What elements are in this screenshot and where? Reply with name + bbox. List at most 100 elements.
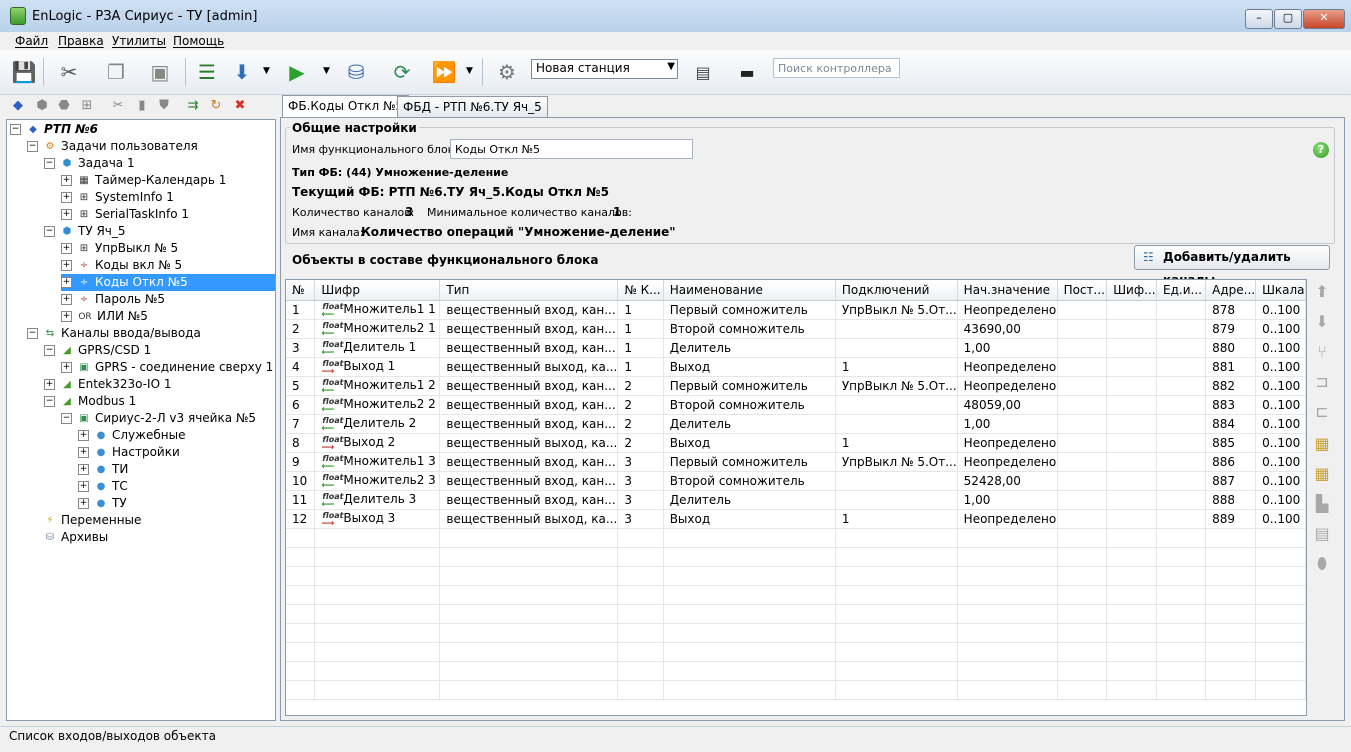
move-down-icon[interactable]: ⬇: [1311, 311, 1333, 333]
table-row[interactable]: 1 float ⟵ Множитель1 1 вещественный вход, ка…: [286, 300, 1306, 320]
tree-item[interactable]: + ÷ Коды вкл № 5: [61, 257, 182, 274]
gear-icon[interactable]: ⚙: [493, 58, 521, 86]
tree-item[interactable]: + ● ТИ: [78, 461, 128, 478]
column-header[interactable]: Тип: [439, 280, 619, 301]
table-row[interactable]: 11 float ⟵ Делитель 3 вещественный вход, кан…: [286, 490, 1306, 510]
cube-icon[interactable]: ⬣: [56, 98, 72, 114]
collapse-icon[interactable]: −: [10, 124, 21, 135]
column-header[interactable]: Адре...: [1205, 280, 1257, 301]
table-row[interactable]: 9 float ⟵ Множитель1 3 вещественный вход, ка…: [286, 452, 1306, 472]
table-row[interactable]: 12 float ⟶ Выход 3 вещественный выход, ка...…: [286, 509, 1306, 529]
remove-row-icon[interactable]: ▦: [1311, 463, 1333, 485]
table-row[interactable]: 7 float ⟵ Делитель 2 вещественный вход, кан.…: [286, 414, 1306, 434]
collapse-icon[interactable]: −: [44, 226, 55, 237]
fast-forward-icon[interactable]: ⏩: [430, 58, 458, 86]
table-row[interactable]: 4 float ⟶ Выход 1 вещественный выход, ка... 1…: [286, 357, 1306, 377]
expand-icon[interactable]: +: [78, 481, 89, 492]
document-icon[interactable]: ▤: [689, 58, 717, 86]
expand-icon[interactable]: +: [61, 209, 72, 220]
tree-item[interactable]: − ▣ Сириус-2-Л v3 ячейка №5: [61, 410, 256, 427]
column-header[interactable]: Шиф...: [1106, 280, 1158, 301]
tree-item[interactable]: − ⇆ Каналы ввода/вывода: [27, 325, 201, 342]
close-button[interactable]: ✕: [1303, 9, 1345, 29]
column-header[interactable]: Шкала: [1255, 280, 1306, 301]
tree-item[interactable]: − ⚙ Задачи пользователя: [27, 138, 198, 155]
hexagon-icon[interactable]: ⬢: [34, 98, 50, 114]
column-header[interactable]: Подключений: [835, 280, 958, 301]
compile-icon[interactable]: ⬇: [228, 58, 256, 86]
properties-icon[interactable]: ▤: [1311, 523, 1333, 545]
column-header[interactable]: Нач.значение: [957, 280, 1058, 301]
column-header[interactable]: Пост...: [1057, 280, 1108, 301]
menu-file[interactable]: Файл: [15, 34, 48, 48]
tree-item[interactable]: + ▣ GPRS - соединение сверху 1: [61, 359, 273, 376]
expand-icon[interactable]: +: [61, 192, 72, 203]
tree-item[interactable]: + ⊞ SerialTaskInfo 1: [61, 206, 189, 223]
tree-item[interactable]: + ● Настройки: [78, 444, 180, 461]
paste-icon[interactable]: ▙: [1311, 493, 1333, 515]
expand-icon[interactable]: +: [78, 447, 89, 458]
table-row[interactable]: 8 float ⟶ Выход 2 вещественный выход, ка... 2…: [286, 433, 1306, 453]
sync-icon[interactable]: ⟳: [388, 58, 416, 86]
list-icon[interactable]: ☰: [193, 58, 221, 86]
menu-edit[interactable]: Правка: [58, 34, 104, 48]
tree-item[interactable]: + OR ИЛИ №5: [61, 308, 148, 325]
tree-item[interactable]: + ÷ Коды Откл №5: [61, 274, 275, 291]
cut-icon[interactable]: ✂: [110, 98, 126, 114]
search-input[interactable]: Поиск контроллера: [773, 58, 900, 78]
branch-icon[interactable]: ⑂: [1311, 341, 1333, 363]
tree-item[interactable]: + ◢ Entek323o-IO 1: [44, 376, 171, 393]
expand-icon[interactable]: +: [78, 430, 89, 441]
collapse-icon[interactable]: −: [44, 396, 55, 407]
disconnect-icon[interactable]: ⊏: [1311, 401, 1333, 423]
run-dropdown-icon[interactable]: ▼: [323, 66, 330, 76]
menu-help[interactable]: Помощь: [173, 34, 224, 48]
expand-icon[interactable]: ⇉: [185, 98, 201, 114]
tree-item[interactable]: − ◢ Modbus 1: [44, 393, 136, 410]
console-icon[interactable]: ▬: [733, 58, 761, 86]
upload-icon[interactable]: ⛁: [342, 58, 370, 86]
expand-icon[interactable]: +: [78, 498, 89, 509]
collapse-icon[interactable]: −: [27, 328, 38, 339]
tree-item[interactable]: ⛁ Архивы: [27, 529, 108, 546]
add-remove-channels-button[interactable]: ☷ Добавить/удалить каналы: [1134, 245, 1330, 287]
trash-icon[interactable]: ▮: [134, 98, 150, 114]
fast-forward-dropdown-icon[interactable]: ▼: [466, 66, 473, 76]
add-row-icon[interactable]: ▦: [1311, 433, 1333, 455]
expand-icon[interactable]: +: [61, 243, 72, 254]
table-row[interactable]: 3 float ⟵ Делитель 1 вещественный вход, кан.…: [286, 338, 1306, 358]
column-header[interactable]: Наименование: [663, 280, 836, 301]
shield-icon[interactable]: ⛊: [156, 98, 172, 114]
tree-item[interactable]: + ⊞ УпрВыкл № 5: [61, 240, 178, 257]
column-header[interactable]: № К...: [617, 280, 664, 301]
tag-icon[interactable]: ⬮: [1311, 553, 1333, 575]
column-header[interactable]: Ед.и...: [1156, 280, 1207, 301]
delete-icon[interactable]: ✖: [232, 98, 248, 114]
expand-icon[interactable]: +: [61, 260, 72, 271]
collapse-icon[interactable]: −: [44, 158, 55, 169]
collapse-icon[interactable]: −: [44, 345, 55, 356]
maximize-button[interactable]: ▢: [1274, 9, 1302, 29]
expand-icon[interactable]: +: [61, 277, 72, 288]
tree-item[interactable]: ⚡ Переменные: [27, 512, 141, 529]
menu-utilities[interactable]: Утилиты: [112, 34, 166, 48]
run-icon[interactable]: ▶: [283, 58, 311, 86]
refresh-icon[interactable]: ↻: [208, 98, 224, 114]
tree-item[interactable]: + ● ТС: [78, 478, 128, 495]
tab-fb-codes[interactable]: ФБ.Коды Откл №5: [282, 95, 410, 118]
expand-icon[interactable]: +: [61, 362, 72, 373]
tree-item[interactable]: − ◆ РТП №6: [10, 121, 98, 138]
save-icon[interactable]: 💾: [10, 58, 38, 86]
help-icon[interactable]: ?: [1313, 142, 1329, 158]
paste-icon[interactable]: ▣: [146, 58, 174, 86]
tree-item[interactable]: − ⬢ Задача 1: [44, 155, 135, 172]
tree-item[interactable]: − ◢ GPRS/CSD 1: [44, 342, 151, 359]
collapse-icon[interactable]: −: [61, 413, 72, 424]
expand-icon[interactable]: +: [78, 464, 89, 475]
table-row[interactable]: 2 float ⟵ Множитель2 1 вещественный вход, ка…: [286, 319, 1306, 339]
move-up-icon[interactable]: ⬆: [1311, 281, 1333, 303]
cut-icon[interactable]: ✂: [55, 58, 83, 86]
compile-dropdown-icon[interactable]: ▼: [263, 66, 270, 76]
minimize-button[interactable]: –: [1245, 9, 1273, 29]
fb-name-input[interactable]: Коды Откл №5: [450, 139, 693, 159]
